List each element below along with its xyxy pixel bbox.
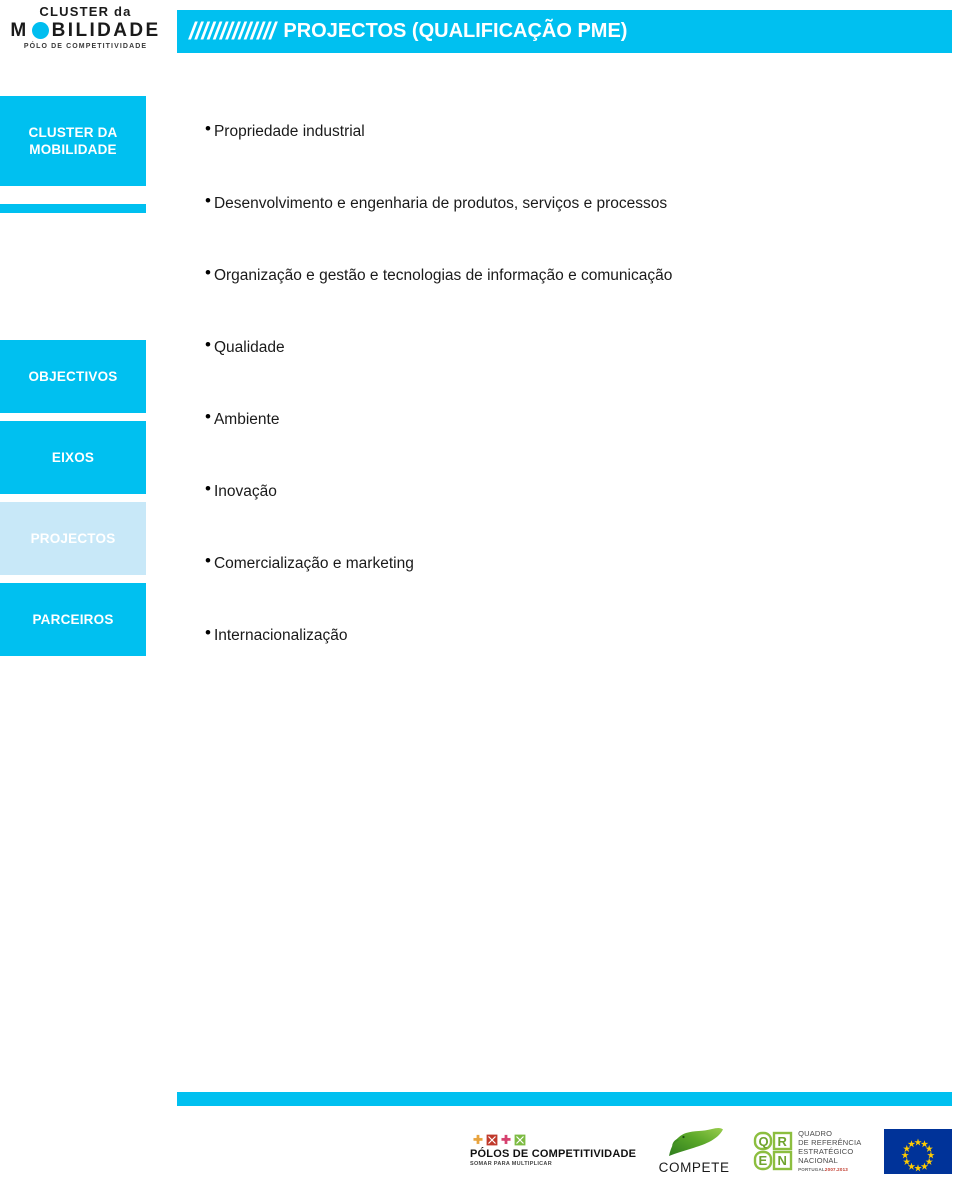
footer-accent-bar [177,1092,952,1106]
cross-green-icon [514,1134,526,1146]
list-item: • Internacionalização [205,623,348,646]
polos-logo-name: PÓLOS DE COMPETITIVIDADE [470,1148,637,1160]
bullet-point-icon: • [205,263,211,282]
qren-logo-text: QUADRO DE REFERÊNCIA ESTRATÉGICO NACIONA… [798,1129,861,1173]
svg-text:R: R [778,1134,788,1149]
footer-logo-strip: PÓLOS DE COMPETITIVIDADE SOMAR PARA MULT… [470,1125,952,1177]
svg-text:N: N [778,1153,787,1168]
list-item-label: Inovação [213,483,277,500]
page-title: PROJECTOS (QUALIFICAÇÃO PME) [283,20,628,42]
list-item-label: Comercialização e marketing [213,555,414,572]
qren-monogram-icon: QR EN [753,1131,793,1171]
qren-logo: QR EN QUADRO DE REFERÊNCIA ESTRATÉGICO N… [752,1129,861,1173]
list-item-label: Ambiente [213,411,280,428]
list-item: • Propriedade industrial [205,119,365,142]
cross-red-icon [486,1134,498,1146]
qren-subtitle-prefix: PORTUGAL [798,1167,825,1172]
polos-competitividade-logo: PÓLOS DE COMPETITIVIDADE SOMAR PARA MULT… [470,1134,636,1168]
qren-subtitle: PORTUGAL2007.2013 [798,1166,861,1173]
sidebar-item-cluster-da-mobilidade[interactable]: CLUSTER DA MOBILIDADE [0,96,146,186]
sidebar-nav: CLUSTER DA MOBILIDADE OBJECTIVOS EIXOS P… [0,0,146,1183]
compete-logo-name: COMPETE [658,1160,730,1175]
bullet-point-icon: • [205,479,211,498]
svg-text:E: E [759,1153,768,1168]
qren-line-1: QUADRO [798,1129,833,1138]
cross-pink-icon [500,1134,512,1145]
compete-logo: COMPETE [659,1127,730,1175]
qren-subtitle-years: 2007.2013 [824,1167,848,1172]
green-bird-flag-icon [669,1127,724,1156]
list-item: • Ambiente [205,407,280,430]
list-item: • Qualidade [205,335,285,358]
header-slashes-decoration: ////////////// [189,17,276,45]
qren-line-3: ESTRATÉGICO [798,1147,854,1156]
bullet-point-icon: • [205,551,211,570]
bullet-point-icon: • [205,119,211,138]
sidebar-item-objectivos[interactable]: OBJECTIVOS [0,340,146,413]
qren-line-4: NACIONAL [798,1156,839,1165]
sidebar-item-label: EIXOS [51,450,95,465]
svg-text:Q: Q [759,1134,769,1149]
cross-orange-icon [472,1134,484,1145]
eu-stars-circle [901,1138,935,1171]
list-item-label: Qualidade [213,339,285,356]
list-item-label: Propriedade industrial [213,123,365,140]
sidebar-item-eixos[interactable]: EIXOS [0,421,146,494]
sidebar-item-parceiros[interactable]: PARCEIROS [0,583,146,656]
sidebar-item-label: PARCEIROS [32,612,114,627]
list-item: • Desenvolvimento e engenharia de produt… [205,191,668,214]
list-item-label: Organização e gestão e tecnologias de in… [213,267,673,284]
polos-icon-group [472,1134,526,1146]
sidebar-item-projectos[interactable]: PROJECTOS [0,502,146,575]
sidebar-item-label: OBJECTIVOS [28,369,118,384]
list-item-label: Desenvolvimento e engenharia de produtos… [213,195,668,212]
bullet-point-icon: • [205,407,211,426]
list-item: • Comercialização e marketing [205,551,414,574]
qren-line-2: DE REFERÊNCIA [798,1138,862,1147]
list-item: • Organização e gestão e tecnologias de … [205,263,673,286]
sidebar-divider-bar [0,204,146,213]
bullet-point-icon: • [205,335,211,354]
european-union-flag-icon [883,1128,952,1174]
bullet-point-icon: • [205,623,211,642]
polos-logo-tagline: SOMAR PARA MULTIPLICAR [470,1161,552,1167]
sidebar-item-label: PROJECTOS [30,531,116,546]
list-item: • Inovação [205,479,277,502]
slide-root: CLUSTER da M BILIDADE PÓLO DE COMPETITIV… [0,0,960,1183]
bullet-point-icon: • [205,191,211,210]
list-item-label: Internacionalização [213,627,348,644]
sidebar-item-label: CLUSTER DA MOBILIDADE [28,125,118,157]
header-banner: ////////////// PROJECTOS (QUALIFICAÇÃO P… [177,10,952,53]
